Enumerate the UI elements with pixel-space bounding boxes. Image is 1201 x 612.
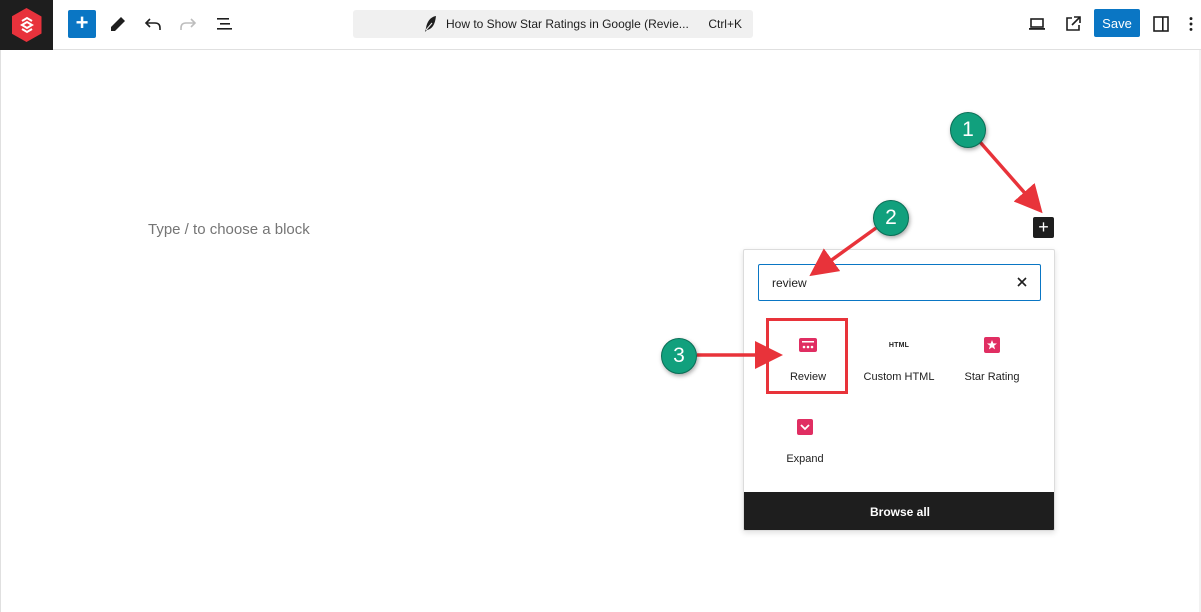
- step-badge-2: 2: [873, 200, 909, 236]
- external-link-icon: [1066, 16, 1081, 31]
- list-view-button[interactable]: [210, 10, 238, 38]
- block-option-review[interactable]: Review: [767, 319, 849, 395]
- list-view-icon: [217, 18, 232, 30]
- save-button[interactable]: Save: [1094, 9, 1140, 37]
- preview-button[interactable]: [1023, 10, 1051, 38]
- plus-icon: +: [75, 10, 89, 35]
- settings-sidebar-button[interactable]: [1147, 10, 1175, 38]
- desktop-preview-icon: [1029, 18, 1045, 30]
- tools-button[interactable]: [104, 10, 132, 38]
- view-post-button[interactable]: [1059, 10, 1087, 38]
- document-command-bar[interactable]: How to Show Star Ratings in Google (Revi…: [353, 10, 753, 38]
- close-icon[interactable]: [1014, 274, 1030, 290]
- document-title: How to Show Star Ratings in Google (Revi…: [446, 17, 689, 31]
- undo-button[interactable]: [139, 10, 167, 38]
- editor-header: + How to Show Star Ratings in Google (Re…: [0, 0, 1201, 50]
- plus-icon: +: [1038, 217, 1049, 237]
- pencil-icon: [111, 17, 125, 31]
- undo-icon: [144, 18, 161, 30]
- block-label: Review: [789, 371, 827, 383]
- review-block-icon: [798, 335, 818, 355]
- block-inserter-toggle[interactable]: +: [68, 10, 96, 38]
- site-logo[interactable]: [0, 0, 53, 50]
- step-badge-1: 1: [950, 112, 986, 148]
- redo-icon: [180, 18, 197, 30]
- block-label: Expand: [786, 453, 824, 465]
- block-label: Star Rating: [964, 371, 1020, 383]
- star-rating-block-icon: [982, 335, 1002, 355]
- block-label: Custom HTML: [863, 371, 935, 383]
- redo-button[interactable]: [174, 10, 202, 38]
- inline-block-inserter-button[interactable]: +: [1033, 217, 1054, 238]
- block-placeholder[interactable]: Type / to choose a block: [148, 221, 310, 238]
- feather-icon: [425, 16, 436, 32]
- sidebar-toggle-icon: [1153, 16, 1169, 32]
- canvas-left-border: [0, 50, 1, 612]
- block-search-box[interactable]: [758, 264, 1041, 301]
- browse-all-button[interactable]: Browse all: [744, 492, 1054, 530]
- wordpress-logo-icon: [11, 8, 42, 42]
- block-option-star-rating[interactable]: Star Rating: [951, 319, 1033, 395]
- html-block-icon: HTML: [888, 341, 910, 349]
- arrow-1: [978, 140, 1043, 214]
- options-button[interactable]: [1182, 10, 1200, 38]
- block-option-custom-html[interactable]: HTML Custom HTML: [858, 319, 940, 395]
- block-option-expand[interactable]: Expand: [764, 401, 846, 477]
- expand-block-icon: [795, 417, 815, 437]
- command-shortcut: Ctrl+K: [708, 17, 742, 31]
- step-badge-3: 3: [661, 338, 697, 374]
- block-search-input[interactable]: [772, 275, 1002, 291]
- options-kebab-icon: [1189, 17, 1193, 31]
- block-inserter-popover: Review HTML Custom HTML Star Rating Expa…: [743, 249, 1055, 531]
